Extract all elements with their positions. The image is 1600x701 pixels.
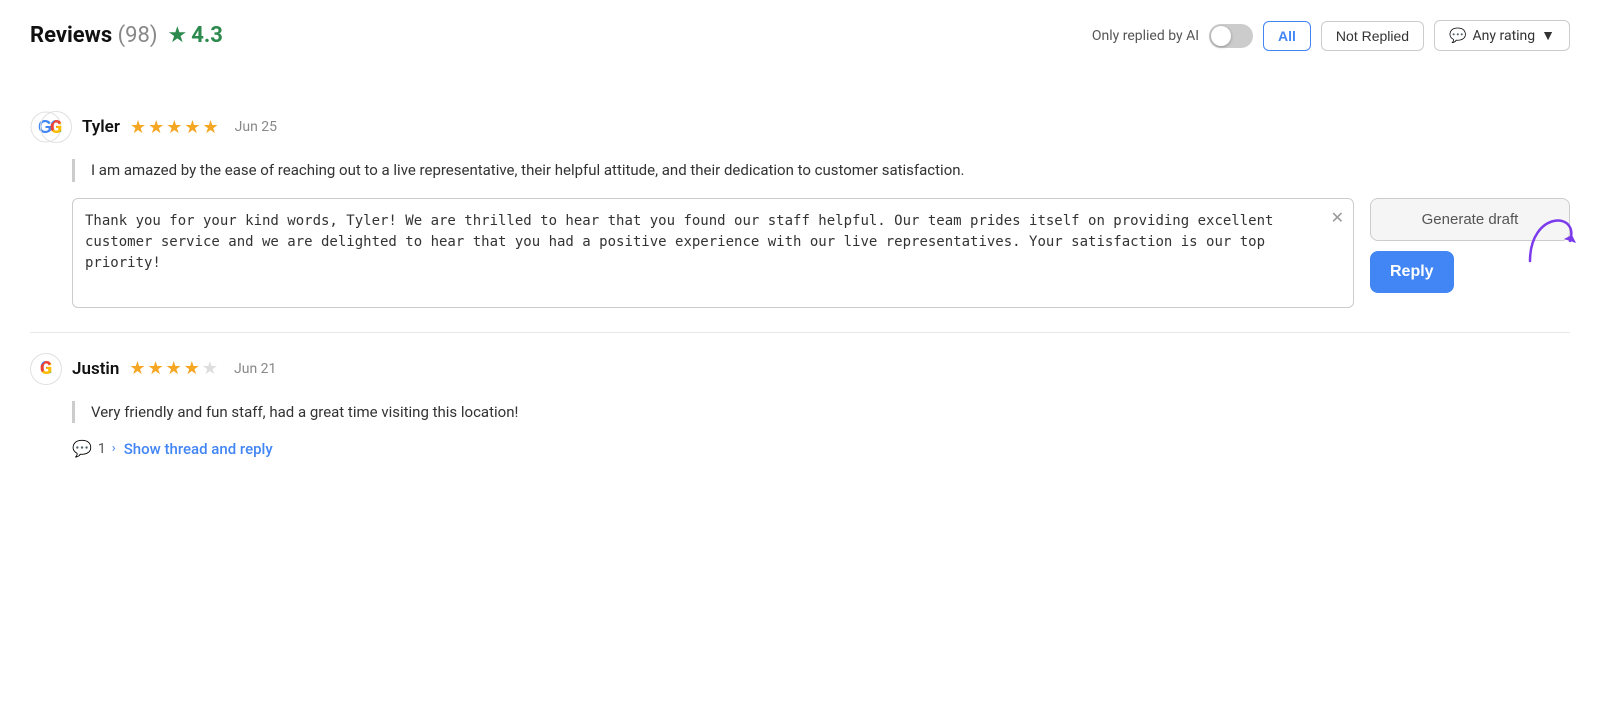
generate-draft-button[interactable]: Generate draft <box>1370 198 1570 241</box>
review-text-block-justin: Very friendly and fun staff, had a great… <box>72 401 1570 424</box>
stars-justin: ★ ★ ★ ★ ★ <box>129 358 218 379</box>
ai-toggle[interactable] <box>1209 24 1253 48</box>
review-date-tyler: Jun 25 <box>235 119 277 135</box>
google-g-icon: G <box>40 111 72 143</box>
star-1: ★ <box>130 117 146 138</box>
reviews-count: (98) <box>118 23 158 48</box>
review-tyler-header: G G Tyler ★ ★ ★ ★ ★ Jun 25 <box>30 111 1570 143</box>
star-3: ★ <box>166 358 182 379</box>
review-justin-body: Very friendly and fun staff, had a great… <box>72 401 1570 459</box>
reviewer-name-tyler: Tyler <box>82 117 120 137</box>
rating-number: 4.3 <box>191 23 223 48</box>
reply-buttons-tyler: Generate draft Reply <box>1370 198 1570 293</box>
review-date-justin: Jun 21 <box>234 361 276 377</box>
reviews-title: Reviews (98) <box>30 23 158 48</box>
header-left: Reviews (98) ★ 4.3 <box>30 23 223 48</box>
page-container: Reviews (98) ★ 4.3 Only replied by AI Al… <box>0 0 1600 498</box>
title-text: Reviews <box>30 23 112 48</box>
reply-textarea-wrapper: ✕ <box>72 198 1354 312</box>
reviews-header: Reviews (98) ★ 4.3 Only replied by AI Al… <box>30 20 1570 67</box>
review-tyler-body: I am amazed by the ease of reaching out … <box>72 159 1570 312</box>
reply-textarea-tyler[interactable] <box>72 198 1354 308</box>
rating-dropdown-label: Any rating <box>1473 28 1536 44</box>
star-3: ★ <box>166 117 182 138</box>
star-4: ★ <box>184 358 200 379</box>
thread-row-justin: 💬 1 › Show thread and reply <box>72 439 1570 458</box>
header-right: Only replied by AI All Not Replied 💬 Any… <box>1092 20 1570 51</box>
filter-not-replied-button[interactable]: Not Replied <box>1321 21 1424 51</box>
star-2: ★ <box>147 358 163 379</box>
star-5-empty: ★ <box>202 358 218 379</box>
filter-all-button[interactable]: All <box>1263 21 1311 51</box>
star-5: ★ <box>203 117 219 138</box>
star-2: ★ <box>148 117 164 138</box>
thread-count: 1 <box>98 441 106 457</box>
review-tyler: G G Tyler ★ ★ ★ ★ ★ Jun 25 I am amazed b… <box>30 91 1570 333</box>
review-text-justin: Very friendly and fun staff, had a great… <box>91 401 1570 424</box>
google-icon-justin: G <box>30 353 62 385</box>
reply-button-container: Reply <box>1370 251 1570 293</box>
chat-icon: 💬 <box>1449 28 1466 44</box>
reply-area-tyler: ✕ Generate draft Reply <box>72 198 1570 312</box>
star-1: ★ <box>129 358 145 379</box>
chevron-down-icon: ▼ <box>1541 27 1555 44</box>
review-text-tyler: I am amazed by the ease of reaching out … <box>91 159 1570 182</box>
clear-icon[interactable]: ✕ <box>1331 208 1344 227</box>
chevron-right-icon: › <box>112 441 116 456</box>
toggle-label: Only replied by AI <box>1092 28 1199 44</box>
rating-dropdown[interactable]: 💬 Any rating ▼ <box>1434 20 1570 51</box>
review-justin: G Justin ★ ★ ★ ★ ★ Jun 21 Very friendly … <box>30 333 1570 479</box>
reviewer-name-justin: Justin <box>72 359 119 379</box>
star-icon-header: ★ <box>168 23 188 48</box>
header-star-rating: ★ 4.3 <box>168 23 223 48</box>
review-justin-header: G Justin ★ ★ ★ ★ ★ Jun 21 <box>30 353 1570 385</box>
reply-button[interactable]: Reply <box>1370 251 1454 293</box>
thread-chat-icon: 💬 <box>72 439 92 458</box>
review-text-block-tyler: I am amazed by the ease of reaching out … <box>72 159 1570 182</box>
show-thread-link[interactable]: Show thread and reply <box>124 440 273 458</box>
stars-tyler: ★ ★ ★ ★ ★ <box>130 117 219 138</box>
star-4: ★ <box>184 117 200 138</box>
